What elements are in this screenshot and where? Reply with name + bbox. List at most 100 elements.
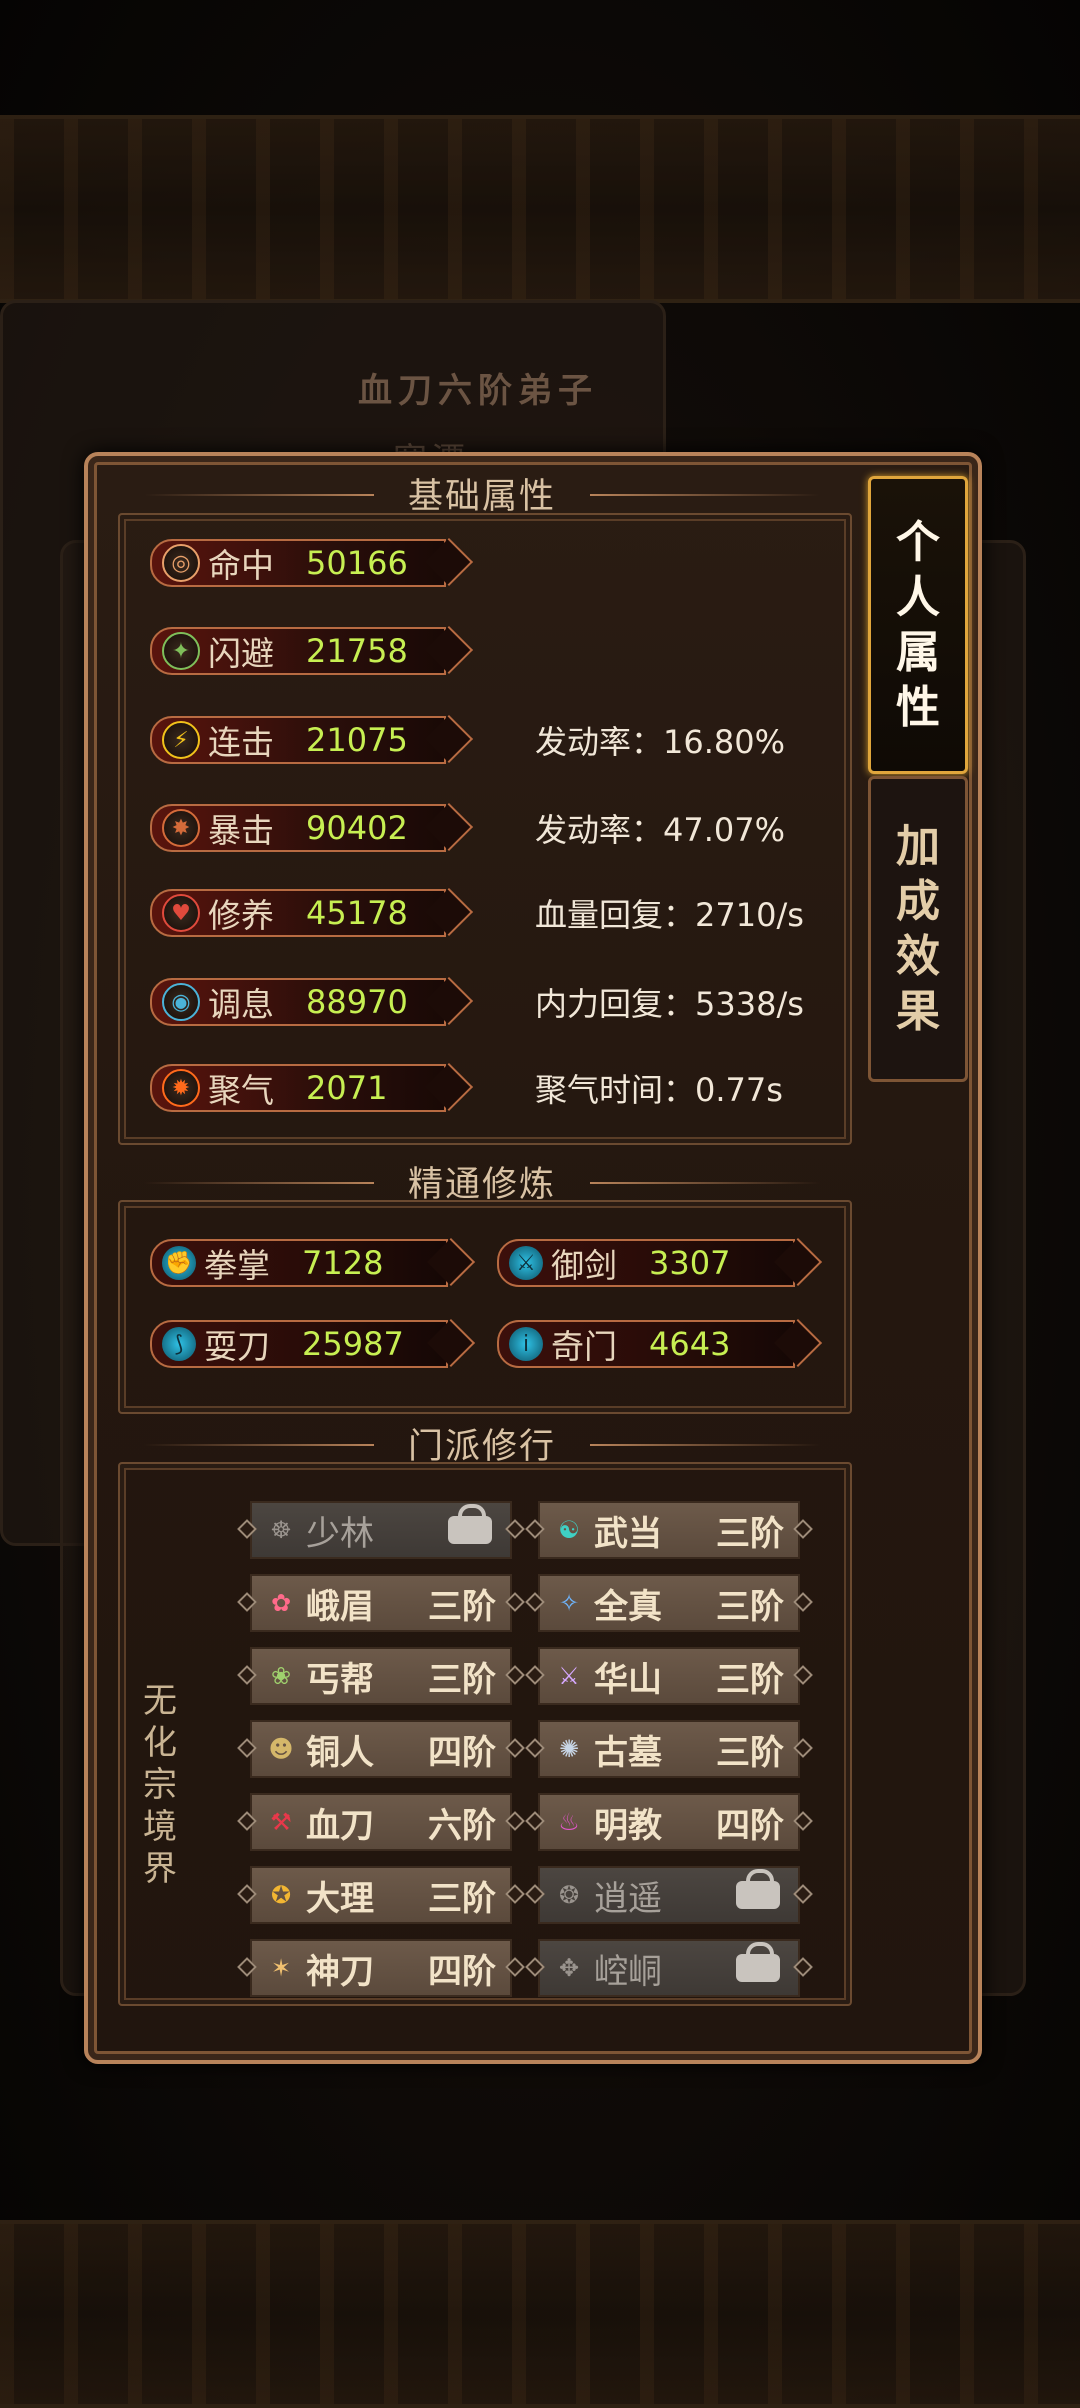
- mastery-stat-name: 耍刀: [204, 1327, 270, 1366]
- sect-level: 三阶: [716, 1659, 784, 1700]
- sect-item[interactable]: ✺ 古墓 三阶: [525, 1720, 813, 1778]
- basic-stat-pill[interactable]: ✦ 闪避 21758: [150, 627, 446, 675]
- tab-bonus-effects[interactable]: 加成效果: [868, 776, 968, 1082]
- sect-item[interactable]: ⚔ 华山 三阶: [525, 1647, 813, 1705]
- sect-item[interactable]: ✪ 大理 三阶: [237, 1866, 525, 1924]
- basic-stat-extra: 内力回复：5338/s: [535, 985, 804, 1023]
- sect-level: 三阶: [428, 1878, 496, 1919]
- basic-stat-value: 45178: [306, 894, 408, 932]
- sword-icon: ⚔: [509, 1246, 543, 1280]
- basic-stat-row: ✦ 闪避 21758: [150, 627, 446, 675]
- huashan-icon: ⚔: [558, 1662, 580, 1690]
- basic-stat-name: 连击: [208, 723, 274, 762]
- sect-item[interactable]: ⚒ 血刀 六阶: [237, 1793, 525, 1851]
- mastery-stat-pill[interactable]: ✊ 拳掌 7128: [150, 1239, 448, 1287]
- basic-stat-pill[interactable]: ♥ 修养 45178: [150, 889, 446, 937]
- target-icon: ◎: [162, 544, 200, 582]
- lock-icon: [736, 1942, 780, 1982]
- gaibang-icon: ❀: [270, 1662, 292, 1690]
- sect-name: 峨眉: [306, 1586, 374, 1627]
- tab-label-char: 性: [896, 682, 940, 733]
- mastery-stat-pill[interactable]: ⟆ 耍刀 25987: [150, 1320, 448, 1368]
- basic-stat-name: 聚气: [208, 1071, 274, 1110]
- quanzhen-icon: ✧: [558, 1589, 580, 1617]
- basic-stat-extra: 发动率：16.80%: [535, 723, 786, 761]
- basic-stat-pill[interactable]: ✸ 暴击 90402: [150, 804, 446, 852]
- mastery-stat-name: 拳掌: [204, 1246, 270, 1285]
- mastery-stat-row: ⟆ 耍刀 25987: [150, 1320, 448, 1368]
- tab-label-char: 人: [896, 572, 940, 623]
- section-title-basic: 基础属性: [104, 468, 860, 519]
- sect-level: 四阶: [428, 1732, 496, 1773]
- lock-icon: [448, 1504, 492, 1544]
- mastery-stat-pill[interactable]: ⅰ 奇门 4643: [497, 1320, 795, 1368]
- mingjiao-icon: ♨: [558, 1808, 580, 1836]
- sect-name: 少林: [306, 1513, 374, 1554]
- sect-item[interactable]: ✿ 峨眉 三阶: [237, 1574, 525, 1632]
- heart-icon: ♥: [162, 894, 200, 932]
- lightning-icon: ⚡: [162, 721, 200, 759]
- basic-stat-value: 90402: [306, 809, 408, 847]
- basic-stat-row: ◉ 调息 88970 内力回复：5338/s: [150, 978, 804, 1026]
- tab-bonus-effects-label: 加成效果: [896, 819, 940, 1039]
- basic-stat-row: ✹ 聚气 2071 聚气时间：0.77s: [150, 1064, 783, 1112]
- breath-icon: ◉: [162, 983, 200, 1021]
- crit-icon: ✸: [162, 809, 200, 847]
- mastery-stat-name: 御剑: [551, 1246, 617, 1285]
- mastery-stat-name: 奇门: [551, 1327, 617, 1366]
- basic-stat-pill[interactable]: ◉ 调息 88970: [150, 978, 446, 1026]
- sect-item[interactable]: ☻ 铜人 四阶: [237, 1720, 525, 1778]
- shendao-icon: ✶: [270, 1954, 292, 1982]
- sect-name: 古墓: [594, 1732, 662, 1773]
- blade-icon: ⟆: [162, 1327, 196, 1361]
- emei-icon: ✿: [270, 1589, 292, 1617]
- basic-stat-value: 21075: [306, 721, 408, 759]
- basic-stat-value: 2071: [306, 1069, 388, 1107]
- mastery-stat-row: ⚔ 御剑 3307: [497, 1239, 795, 1287]
- tab-label-char: 属: [896, 627, 940, 678]
- basic-stat-row: ⚡ 连击 21075 发动率：16.80%: [150, 716, 785, 764]
- sect-item[interactable]: ✶ 神刀 四阶: [237, 1939, 525, 1997]
- background-title: 血刀六阶弟子: [358, 371, 598, 411]
- mastery-stat-value: 3307: [649, 1244, 731, 1282]
- basic-stat-pill[interactable]: ✹ 聚气 2071: [150, 1064, 446, 1112]
- basic-stat-name: 闪避: [208, 634, 274, 673]
- tab-label-char: 果: [896, 986, 940, 1037]
- basic-stat-name: 修养: [208, 896, 274, 935]
- dali-icon: ✪: [270, 1881, 292, 1909]
- sect-item[interactable]: ☸ 少林: [237, 1501, 525, 1559]
- sect-item[interactable]: ✧ 全真 三阶: [525, 1574, 813, 1632]
- sect-name: 大理: [306, 1878, 374, 1919]
- sect-item[interactable]: ❂ 逍遥: [525, 1866, 813, 1924]
- sect-item[interactable]: ❀ 丐帮 三阶: [237, 1647, 525, 1705]
- tab-label-char: 加: [896, 821, 940, 872]
- tab-personal-attributes[interactable]: 个人属性: [868, 476, 968, 774]
- bottom-ornament-band: [0, 2220, 1080, 2408]
- sect-name: 明教: [594, 1805, 662, 1846]
- tab-label-char: 个: [896, 517, 940, 568]
- basic-stat-extra: 血量回复：2710/s: [535, 896, 804, 934]
- top-ornament-band: [0, 115, 1080, 303]
- sect-level: 三阶: [716, 1732, 784, 1773]
- basic-stat-row: ✸ 暴击 90402 发动率：47.07%: [150, 804, 785, 852]
- basic-stat-row: ♥ 修养 45178 血量回复：2710/s: [150, 889, 804, 937]
- sect-name: 崆峒: [594, 1951, 662, 1992]
- realm-label: 无化宗境界: [143, 1681, 177, 1889]
- tab-label-char: 效: [896, 931, 940, 982]
- wudang-icon: ☯: [558, 1516, 580, 1544]
- tongren-icon: ☻: [268, 1735, 294, 1763]
- sect-item[interactable]: ☯ 武当 三阶: [525, 1501, 813, 1559]
- sect-item[interactable]: ♨ 明教 四阶: [525, 1793, 813, 1851]
- sect-level: 三阶: [428, 1586, 496, 1627]
- mastery-section-frame: [118, 1200, 852, 1414]
- mastery-stat-row: ⅰ 奇门 4643: [497, 1320, 795, 1368]
- basic-stat-value: 50166: [306, 544, 408, 582]
- basic-stat-extra: 聚气时间：0.77s: [535, 1071, 783, 1109]
- mastery-stat-pill[interactable]: ⚔ 御剑 3307: [497, 1239, 795, 1287]
- basic-stat-pill[interactable]: ⚡ 连击 21075: [150, 716, 446, 764]
- sect-item[interactable]: ✥ 崆峒: [525, 1939, 813, 1997]
- sect-name: 逍遥: [594, 1878, 662, 1919]
- basic-stat-pill[interactable]: ◎ 命中 50166: [150, 539, 446, 587]
- odd-weapon-icon: ⅰ: [509, 1327, 543, 1361]
- sect-name: 武当: [594, 1513, 662, 1554]
